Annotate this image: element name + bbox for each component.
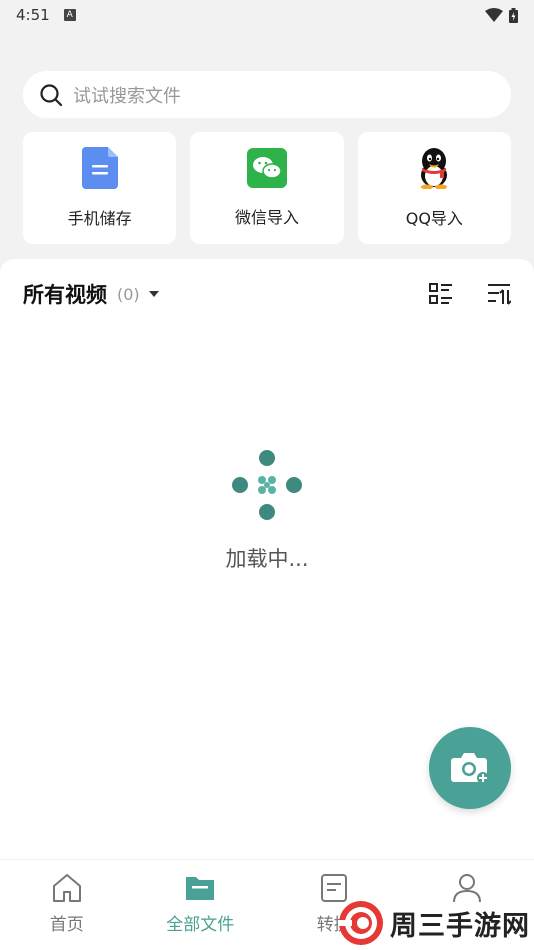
nav-all-files[interactable]: 全部文件 — [134, 860, 268, 950]
loading-text: 加载中... — [225, 547, 309, 571]
watermark: 周三手游网 — [338, 900, 534, 946]
panel-title[interactable]: 所有视频 — [23, 279, 107, 309]
import-sources: 手机储存 微信导入 QQ导入 — [23, 132, 511, 244]
wechat-import-card[interactable]: 微信导入 — [190, 132, 344, 244]
wechat-import-label: 微信导入 — [234, 208, 299, 227]
nav-all-files-label: 全部文件 — [166, 915, 235, 935]
watermark-text: 周三手游网 — [390, 910, 530, 942]
list-view-icon[interactable] — [429, 283, 453, 305]
search-placeholder: 试试搜索文件 — [73, 85, 181, 107]
nav-home[interactable]: 首页 — [0, 860, 134, 950]
phone-storage-icon — [81, 147, 118, 189]
nav-home-label: 首页 — [49, 915, 84, 935]
notification-icon: A — [63, 9, 76, 21]
panel-header: 所有视频 (0) — [23, 279, 511, 309]
watermark-logo-icon — [338, 901, 383, 945]
qq-import-label: QQ导入 — [405, 209, 463, 228]
wechat-icon — [246, 148, 287, 188]
status-time: 4:51 — [16, 6, 50, 24]
camera-add-icon — [451, 753, 489, 784]
loading-spinner-icon — [232, 450, 302, 520]
qq-icon — [421, 148, 448, 189]
camera-add-button[interactable] — [429, 727, 511, 809]
search-bar[interactable]: 试试搜索文件 — [23, 71, 511, 118]
home-icon — [52, 874, 81, 902]
loading-indicator: 加载中... — [0, 449, 534, 573]
file-count: (0) — [117, 284, 140, 304]
wifi-icon — [485, 8, 503, 22]
caret-down-icon[interactable] — [148, 290, 160, 298]
phone-storage-card[interactable]: 手机储存 — [23, 132, 177, 244]
battery-icon — [509, 7, 518, 23]
sort-icon[interactable] — [487, 283, 511, 305]
phone-storage-label: 手机储存 — [67, 209, 132, 228]
status-bar: 4:51 A — [0, 0, 534, 30]
search-icon — [40, 83, 63, 106]
qq-import-card[interactable]: QQ导入 — [357, 132, 511, 244]
folder-icon — [186, 877, 215, 900]
